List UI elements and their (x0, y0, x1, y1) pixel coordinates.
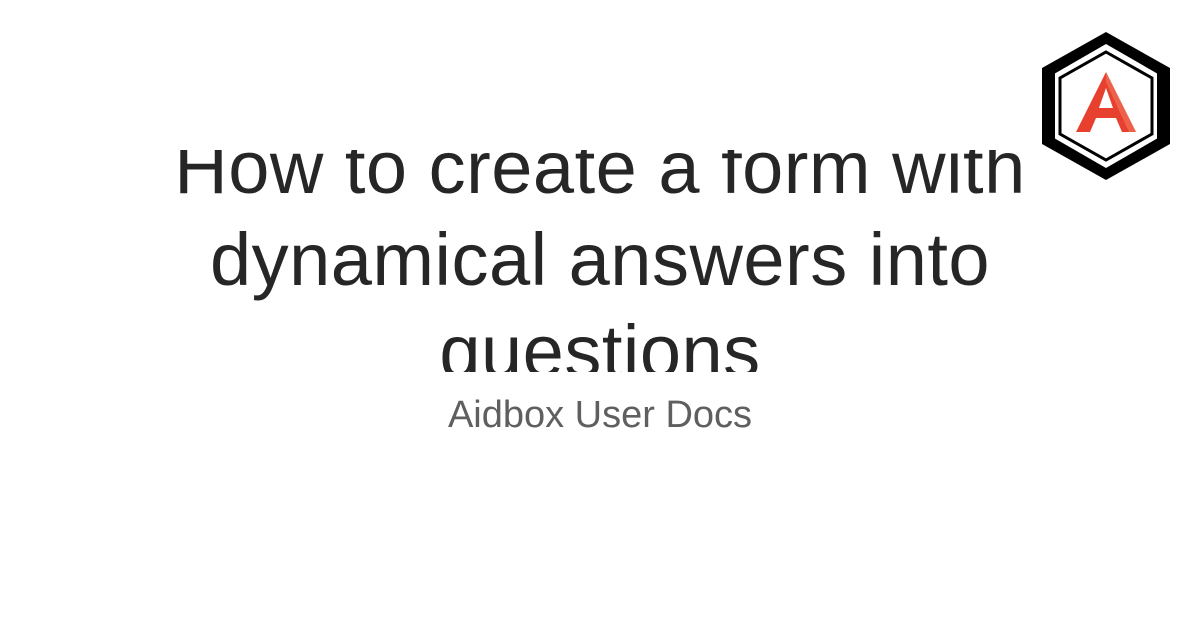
site-name: Aidbox User Docs (447, 394, 753, 436)
title-area: How to create a form with dynamical answ… (100, 150, 1100, 372)
og-card: How to create a form with dynamical answ… (0, 0, 1200, 630)
page-title: How to create a form with dynamical answ… (174, 150, 1026, 372)
